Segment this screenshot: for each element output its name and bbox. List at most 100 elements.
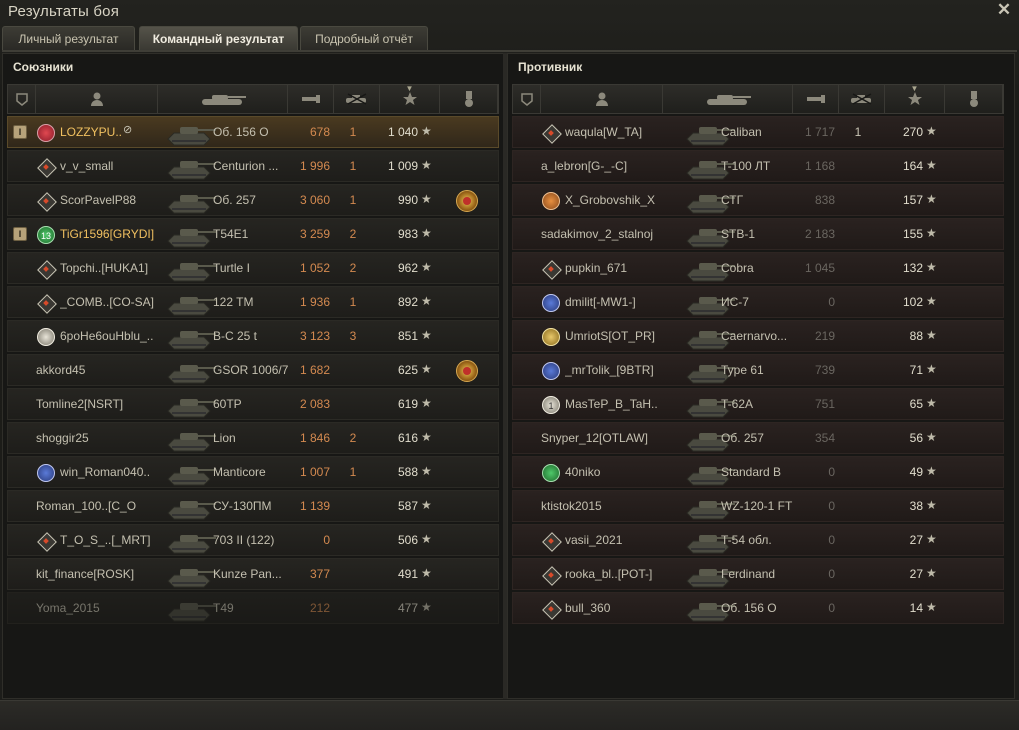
medal-icon[interactable] bbox=[456, 360, 478, 382]
squad-icon: I bbox=[13, 227, 27, 241]
player-name[interactable]: Snyper_12[OTLAW] bbox=[541, 431, 669, 445]
player-name[interactable]: shoggir25 bbox=[36, 431, 136, 445]
tab-team-result[interactable]: Командный результат bbox=[139, 26, 298, 50]
player-name[interactable]: bull_360 bbox=[565, 601, 693, 615]
enemies-panel: Противник ▼ waqula[W_TA] Caliban 1 717 1 270… bbox=[507, 53, 1015, 699]
player-name[interactable]: ScorPavelP88 bbox=[60, 193, 160, 207]
allies-header-star-icon[interactable]: ▼ bbox=[380, 84, 440, 113]
player-name[interactable]: kit_finance[ROSK] bbox=[36, 567, 136, 581]
tank-name: ИС-7 bbox=[721, 295, 749, 309]
enemies-header-player-icon[interactable] bbox=[541, 85, 663, 113]
tab-detailed-report[interactable]: Подробный отчёт bbox=[300, 26, 428, 50]
allies-player-row[interactable]: _COMB..[CO-SA] 122 TM 1 936 1 892 ★ bbox=[7, 286, 499, 318]
player-name[interactable]: Topchi..[HUKA1] bbox=[60, 261, 160, 275]
enemies-header-tank-icon[interactable] bbox=[663, 85, 793, 113]
tank-name: Standard B bbox=[721, 465, 782, 479]
enemies-player-row[interactable]: dmilit[-MW1-] ИС-7 0 102 ★ bbox=[512, 286, 1004, 318]
enemies-player-row[interactable]: vasii_2021 T-54 обл. 0 27 ★ bbox=[512, 524, 1004, 556]
allies-player-row[interactable]: T_O_S_..[_MRT] 703 II (122) 0 506 ★ bbox=[7, 524, 499, 556]
tab-personal-result[interactable]: Личный результат bbox=[2, 26, 135, 50]
rank-badge-icon bbox=[542, 600, 560, 618]
player-name[interactable]: Roman_100..[C_OLD] bbox=[36, 499, 136, 513]
xp-value: 14 bbox=[909, 601, 923, 615]
enemies-header-squad-icon[interactable] bbox=[513, 85, 541, 113]
enemies-player-row[interactable]: rooka_bl..[POT-] Ferdinand 0 27 ★ bbox=[512, 558, 1004, 590]
enemies-player-row[interactable]: 40niko Standard B 0 49 ★ bbox=[512, 456, 1004, 488]
tank-name: Type 61 bbox=[721, 363, 764, 377]
enemies-player-row[interactable]: UmriotS[OT_PR] Caernarvo... 219 88 ★ bbox=[512, 320, 1004, 352]
allies-player-row[interactable]: shoggir25 Lion 1 846 2 616 ★ bbox=[7, 422, 499, 454]
enemies-player-row[interactable]: Snyper_12[OTLAW] Об. 257 354 56 ★ bbox=[512, 422, 1004, 454]
allies-header-damage-icon[interactable] bbox=[288, 85, 334, 113]
close-icon[interactable]: ✕ bbox=[996, 1, 1012, 18]
allies-player-row[interactable]: Tomline2[NSRT] 60TP 2 083 619 ★ bbox=[7, 388, 499, 420]
allies-player-row[interactable]: akkord45 GSOR 1006/7 1 682 625 ★ bbox=[7, 354, 499, 386]
tank-name: Об. 156 О bbox=[721, 601, 777, 615]
player-name[interactable]: MasTeP_B_TaH.. bbox=[565, 397, 693, 411]
player-name[interactable]: T_O_S_..[_MRT] bbox=[60, 533, 160, 547]
enemies-player-row[interactable]: pupkin_671 Cobra 1 045 132 ★ bbox=[512, 252, 1004, 284]
player-name[interactable]: ktistok2015 bbox=[541, 499, 669, 513]
player-name[interactable]: 40niko bbox=[565, 465, 693, 479]
player-name[interactable]: akkord45 bbox=[36, 363, 136, 377]
kills-value: 2 bbox=[349, 261, 357, 275]
enemies-player-row[interactable]: sadakimov_2_stalnoj STB-1 2 183 155 ★ bbox=[512, 218, 1004, 250]
enemies-header-kills-icon[interactable] bbox=[839, 85, 885, 113]
allies-player-row[interactable]: I 13 TiGr1596[GRYDI] T54E1 3 259 2 983 ★ bbox=[7, 218, 499, 250]
player-name[interactable]: Yoma_2015 bbox=[36, 601, 136, 615]
enemies-player-row[interactable]: 1 MasTeP_B_TaH.. T-62A 751 65 ★ bbox=[512, 388, 1004, 420]
allies-player-row[interactable]: 6poHe6ouHblu_.. B-C 25 t 3 123 3 851 ★ bbox=[7, 320, 499, 352]
rank-badge-icon bbox=[542, 566, 560, 584]
enemies-header-medal-icon[interactable] bbox=[945, 85, 1003, 113]
enemies-player-row[interactable]: _mrTolik_[9BTR] Type 61 739 71 ★ bbox=[512, 354, 1004, 386]
player-name[interactable]: win_Roman040.. bbox=[60, 465, 160, 479]
allies-player-row[interactable]: I LOZZYPU.. ⊘ Об. 156 О 678 1 1 040 ★ bbox=[7, 116, 499, 148]
allies-header-player-icon[interactable] bbox=[36, 85, 158, 113]
enemies-player-row[interactable]: a_lebron[G-_-C] T-100 ЛТ 1 168 164 ★ bbox=[512, 150, 1004, 182]
player-name[interactable]: UmriotS[OT_PR] bbox=[565, 329, 693, 343]
enemies-player-row[interactable]: waqula[W_TA] Caliban 1 717 1 270 ★ bbox=[512, 116, 1004, 148]
enemies-rows: waqula[W_TA] Caliban 1 717 1 270 ★ a_lebron[G-… bbox=[512, 116, 1004, 626]
allies-player-row[interactable]: Yoma_2015 T49 212 477 ★ bbox=[7, 592, 499, 624]
tank-image bbox=[164, 187, 218, 215]
allies-player-row[interactable]: Topchi..[HUKA1] Turtle I 1 052 2 962 ★ bbox=[7, 252, 499, 284]
allies-player-row[interactable]: Roman_100..[C_OLD] СУ-130ПМ 1 139 587★ bbox=[7, 490, 499, 522]
player-name[interactable]: _COMB..[CO-SA] bbox=[60, 295, 160, 309]
xp-value: 625 bbox=[397, 363, 418, 377]
allies-header-tank-icon[interactable] bbox=[158, 85, 288, 113]
player-name[interactable]: a_lebron[G-_-C] bbox=[541, 159, 669, 173]
medal-icon[interactable] bbox=[456, 190, 478, 212]
player-name[interactable]: 6poHe6ouHblu_.. bbox=[60, 329, 160, 343]
allies-header-squad-icon[interactable] bbox=[8, 85, 36, 113]
tank-name: Lion bbox=[213, 431, 236, 445]
allies-player-row[interactable]: v_v_small Centurion ... 1 996 1 1 009 ★ bbox=[7, 150, 499, 182]
enemies-player-row[interactable]: ktistok2015 WZ-120-1 FT 0 38 ★ bbox=[512, 490, 1004, 522]
allies-player-row[interactable]: win_Roman040.. Manticore 1 007 1 588 ★ bbox=[7, 456, 499, 488]
player-name[interactable]: Tomline2[NSRT] bbox=[36, 397, 136, 411]
player-name[interactable]: TiGr1596[GRYDI] bbox=[60, 227, 160, 241]
player-name[interactable]: LOZZYPU.. bbox=[60, 125, 160, 139]
tank-name: Cobra bbox=[721, 261, 754, 275]
damage-value: 1 007 bbox=[299, 465, 330, 479]
allies-header-kills-icon[interactable] bbox=[334, 85, 380, 113]
tank-name: STB-1 bbox=[721, 227, 756, 241]
player-name[interactable]: v_v_small bbox=[60, 159, 160, 173]
xp-value: 990 bbox=[397, 193, 418, 207]
enemies-player-row[interactable]: X_Grobovshik_X СТГ 838 157 ★ bbox=[512, 184, 1004, 216]
player-name[interactable]: dmilit[-MW1-] bbox=[565, 295, 693, 309]
player-name[interactable]: pupkin_671 bbox=[565, 261, 693, 275]
allies-player-row[interactable]: ScorPavelP88 Об. 257 3 060 1 990 ★ bbox=[7, 184, 499, 216]
enemies-header-star-icon[interactable]: ▼ bbox=[885, 84, 945, 113]
player-name[interactable]: X_Grobovshik_X bbox=[565, 193, 693, 207]
star-icon: ★ bbox=[421, 396, 432, 410]
xp-value: 27 bbox=[909, 567, 923, 581]
player-name[interactable]: rooka_bl..[POT-] bbox=[565, 567, 693, 581]
player-name[interactable]: vasii_2021 bbox=[565, 533, 693, 547]
allies-player-row[interactable]: kit_finance[ROSK] Kunze Pan... 377 491 ★ bbox=[7, 558, 499, 590]
enemies-player-row[interactable]: bull_360 Об. 156 О 0 14 ★ bbox=[512, 592, 1004, 624]
player-name[interactable]: waqula[W_TA] bbox=[565, 125, 693, 139]
allies-header-medal-icon[interactable] bbox=[440, 85, 498, 113]
player-name[interactable]: sadakimov_2_stalnoj bbox=[541, 227, 669, 241]
enemies-header-damage-icon[interactable] bbox=[793, 85, 839, 113]
player-name[interactable]: _mrTolik_[9BTR] bbox=[565, 363, 693, 377]
